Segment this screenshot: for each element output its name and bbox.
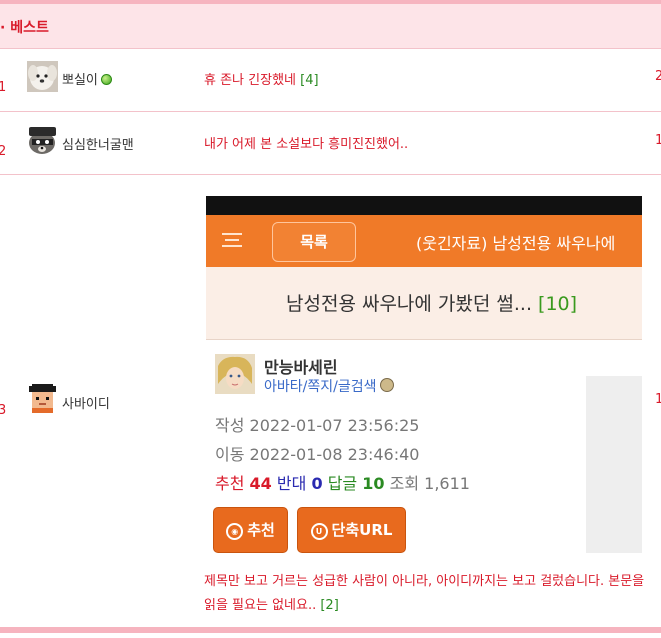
rank-number: 1 <box>0 80 7 95</box>
nickname[interactable]: 뽀실이 <box>62 69 112 88</box>
moved-date: 이동 2022-01-08 23:46:40 <box>215 445 420 464</box>
list-button: 목록 <box>272 222 356 262</box>
comment-count[interactable]: [4] <box>300 73 318 88</box>
list-item[interactable]: 1 뽀실이 휴 존나 긴장했네 [4] 2 <box>0 49 661 112</box>
recommend-count: 1 <box>655 133 661 148</box>
post-comment-count: [10] <box>538 293 578 315</box>
short-url-button: U 단축URL <box>297 507 406 553</box>
coin-icon <box>380 378 395 392</box>
written-date: 작성 2022-01-07 23:56:25 <box>215 416 420 435</box>
comment-count[interactable]: [2] <box>320 598 338 613</box>
avatar[interactable] <box>27 61 58 92</box>
list-item[interactable]: 2 심심한너굴맨 내가 어제 본 소설보다 흥미진진했어.. 1 <box>0 112 661 175</box>
embedded-screenshot[interactable]: 목록 (웃긴자료) 남성전용 싸우나에 남성전용 싸우나에 가봤던 썰... [… <box>206 196 642 553</box>
bar-title: (웃긴자료) 남성전용 싸우나에 <box>416 234 616 253</box>
recommend-icon: ◉ <box>226 523 244 540</box>
views-value: 1,611 <box>424 474 470 493</box>
best-section-header: · 베스트 <box>0 4 661 49</box>
recommend-value: 44 <box>249 474 272 493</box>
avatar[interactable] <box>27 382 58 413</box>
nickname[interactable]: 사바이디 <box>62 393 110 412</box>
post-title-box: 남성전용 싸우나에 가봤던 썰... [10] <box>206 267 642 340</box>
app-top-bar: 목록 (웃긴자료) 남성전용 싸우나에 <box>206 215 642 267</box>
bottom-border <box>0 627 661 633</box>
rank-number: 2 <box>0 144 7 159</box>
recommend-button: ◉ 추천 <box>213 507 288 553</box>
post-stats: 추천 44 반대 0 답글 10 조회 1,611 <box>215 474 470 493</box>
author-avatar <box>215 354 255 394</box>
author-name: 만능바세린 <box>264 358 338 377</box>
post-title: 남성전용 싸우나에 가봤던 썰... [10] <box>286 293 578 315</box>
post-title-link[interactable]: 휴 존나 긴장했네 [4] <box>204 69 319 88</box>
status-bar <box>206 196 642 215</box>
oppose-value: 0 <box>311 474 323 493</box>
recommend-count: 2 <box>655 69 661 84</box>
url-icon: U <box>310 523 328 540</box>
online-status-icon <box>100 74 112 85</box>
post-title-link[interactable]: 내가 어제 본 소설보다 흥미진진했어.. <box>204 133 408 152</box>
section-title: · 베스트 <box>0 20 49 36</box>
avatar[interactable] <box>27 124 58 155</box>
recommend-count: 1 <box>655 392 661 407</box>
menu-icon <box>222 233 242 247</box>
side-panel <box>586 376 642 553</box>
rank-number: 3 <box>0 403 7 418</box>
author-links: 아바타/쪽지/글검색 <box>264 376 395 396</box>
reply-value: 10 <box>362 474 385 493</box>
post-title-link[interactable]: 제목만 보고 거르는 성급한 사람이 아니라, 아이디까지는 보고 걸렀습니다.… <box>204 570 654 618</box>
nickname[interactable]: 심심한너굴맨 <box>62 134 134 153</box>
